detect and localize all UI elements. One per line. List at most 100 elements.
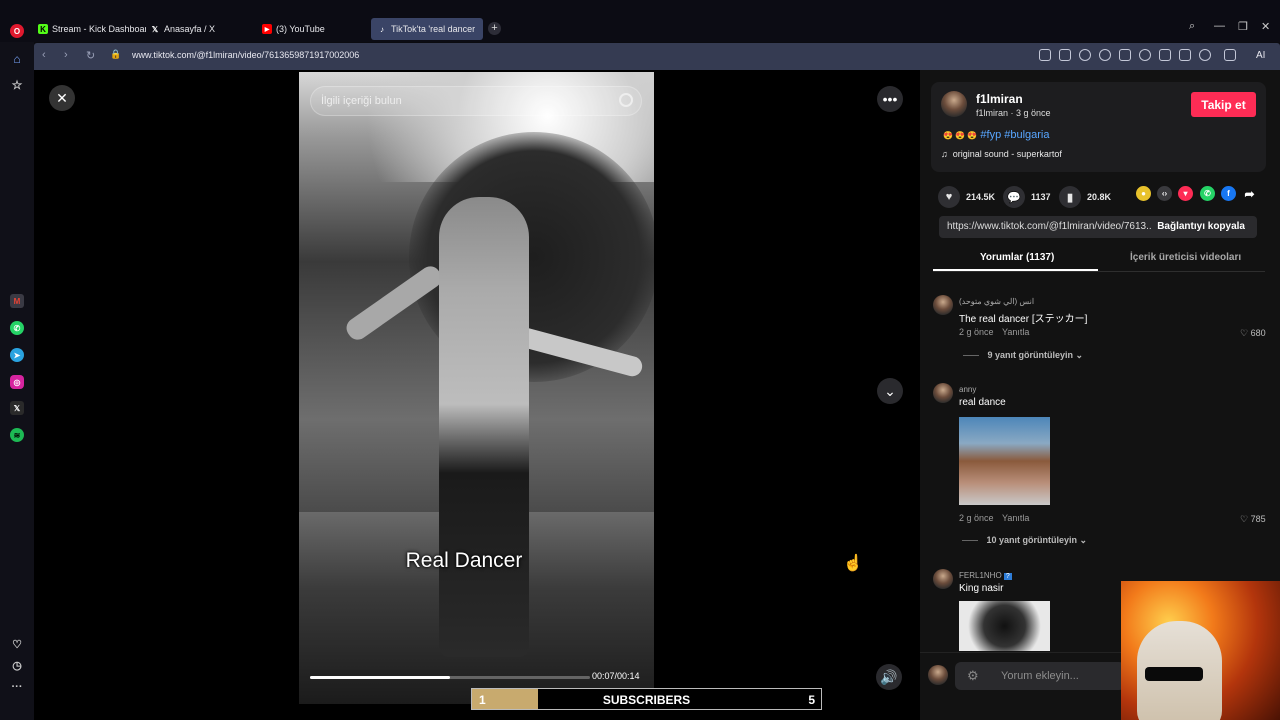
send-icon[interactable]: ▾ [1178,186,1193,201]
related-content-search[interactable]: İlgili içeriği bulun [310,86,642,116]
comment-time: 2 g önce [959,327,994,337]
volume-button[interactable]: 🔊 [876,664,902,690]
video-player[interactable] [299,72,654,704]
extensions-icon[interactable] [1224,49,1236,61]
comment-placeholder: Yorum ekleyin... [1001,670,1079,682]
like-count: 214.5K [966,192,996,202]
spotify-icon[interactable]: ≋ [10,428,24,442]
share-arrow-icon[interactable]: ➦ [1242,186,1257,201]
chevron-down-icon: ⌄ [1075,350,1084,360]
comment-icon[interactable]: 💬 [1003,186,1025,208]
tab-x[interactable]: 𝕏 Anasayfa / X [150,18,250,40]
subscriber-goal-widget: 1 SUBSCRIBERS 5 [471,688,822,710]
edit-icon[interactable] [1039,49,1051,61]
tab-creator-videos[interactable]: İçerik üreticisi videoları [1130,252,1241,263]
more-icon[interactable]: ··· [10,680,24,694]
menu-icon[interactable] [1179,49,1191,61]
new-tab-button[interactable]: + [488,22,501,35]
follow-button[interactable]: Takip et [1191,92,1256,117]
embed-icon[interactable]: ‹› [1157,186,1172,201]
minimize-icon[interactable]: — [1214,20,1225,32]
tab-youtube[interactable]: ▶ (3) YouTube [262,18,362,40]
chevron-down-icon: ⌄ [1079,535,1088,545]
heart-icon[interactable] [1139,49,1151,61]
reply-button[interactable]: Yanıtla [1002,327,1029,337]
sticker-icon[interactable]: ⚙ [967,668,979,684]
view-replies-button[interactable]: 10 yanıt görüntüleyin ⌄ [962,535,1088,546]
comment-text: The real dancer [ステッカー] [959,314,1088,325]
save-stat[interactable]: ▮ 20.8K [1059,186,1111,208]
author-username[interactable]: f1lmiran [976,92,1023,106]
comment-sticker-image[interactable] [959,417,1050,505]
ai-button[interactable]: AI [1256,50,1265,61]
gmail-icon[interactable]: M [10,294,24,308]
camera-icon[interactable] [1059,49,1071,61]
comment-avatar[interactable] [933,383,953,403]
home-icon[interactable]: ⌂ [10,52,24,66]
comment-text: King nasir [959,583,1004,594]
coin-icon[interactable]: ● [1136,186,1151,201]
view-replies-button[interactable]: 9 yanıt görüntüleyin ⌄ [963,350,1084,361]
play-icon[interactable] [1119,49,1131,61]
facebook-share-icon[interactable]: f [1221,186,1236,201]
x-sidebar-icon[interactable]: 𝕏 [10,401,24,415]
back-icon[interactable]: ‹ [42,49,46,61]
search-icon[interactable] [619,93,633,107]
music-note-icon: ♫ [941,149,948,159]
search-tabs-icon[interactable]: ⌕ [1189,20,1195,33]
forward-icon[interactable]: › [64,49,68,61]
x-icon: 𝕏 [151,24,159,34]
reload-icon[interactable]: ↻ [86,49,95,62]
author-avatar[interactable] [941,91,967,117]
tab-label: TikTok'ta 'real dancer [391,24,476,34]
bookmark-icon[interactable]: ▮ [1059,186,1081,208]
comment-username[interactable]: anny [959,385,976,394]
opera-logo-icon[interactable]: O [10,24,24,38]
reply-button[interactable]: Yanıtla [1002,513,1029,523]
whatsapp-icon[interactable]: ✆ [10,321,24,335]
comment-like-count: 680 [1250,328,1266,338]
like-stat[interactable]: ♥ 214.5K [938,186,995,208]
copy-link-button[interactable]: Bağlantıyı kopyala [1157,221,1245,232]
instagram-icon[interactable]: ◎ [10,375,24,389]
restore-icon[interactable]: ❐ [1238,20,1248,33]
comment-like[interactable]: ♡ 680 [1240,328,1266,339]
tab-tiktok-active[interactable]: ♪ TikTok'ta 'real dancer [371,18,483,40]
comment-count: 1137 [1031,192,1051,202]
vpn-icon[interactable] [1099,49,1111,61]
download-icon[interactable] [1159,49,1171,61]
history-icon[interactable]: ◷ [10,658,24,672]
comment-username[interactable]: FERL1NHO ? [959,571,1012,580]
sound-row[interactable]: ♫ original sound - superkartof [941,149,1062,159]
comment-stat[interactable]: 💬 1137 [1003,186,1051,208]
pinboard-icon[interactable]: ☆ [10,78,24,92]
caption-hashtags[interactable]: #fyp #bulgaria [980,129,1049,141]
comment-like[interactable]: ♡ 785 [1240,514,1266,525]
favorites-icon[interactable]: ♡ [10,637,24,651]
heart-icon[interactable]: ♥ [938,186,960,208]
comment-input[interactable]: ⚙ Yorum ekleyin... [955,662,1125,690]
comment-avatar[interactable] [933,295,953,315]
telegram-icon[interactable]: ➤ [10,348,24,362]
shield-icon[interactable] [1079,49,1091,61]
profile-icon[interactable] [1199,49,1211,61]
close-window-icon[interactable]: ✕ [1261,20,1270,33]
comment-sticker-image[interactable] [959,601,1050,651]
close-video-button[interactable]: ✕ [49,85,75,111]
subscriber-goal-target: 5 [808,693,815,707]
comment-username[interactable]: انس (الي شوي متوحد) [959,297,1034,306]
tab-label: Stream - Kick Dashboard [52,24,146,34]
browser-tab-bar: O K Stream - Kick Dashboard 𝕏 Anasayfa /… [0,0,1280,42]
tab-kick[interactable]: K Stream - Kick Dashboard [38,18,146,40]
tab-comments[interactable]: Yorumlar (1137) [980,252,1054,263]
more-options-button[interactable]: ••• [877,86,903,112]
view-replies-label: 9 yanıt görüntüleyin [987,350,1074,360]
comment-avatar[interactable] [933,569,953,589]
share-link-url[interactable]: https://www.tiktok.com/@f1lmiran/video/7… [947,221,1151,232]
video-progress-bar[interactable] [310,676,590,679]
whatsapp-share-icon[interactable]: ✆ [1200,186,1215,201]
video-overlay-text: Real Dancer [405,549,523,572]
url-field[interactable]: www.tiktok.com/@f1lmiran/video/761365987… [132,50,359,60]
next-video-button[interactable]: ⌄ [877,378,903,404]
sunglasses [1145,667,1203,681]
